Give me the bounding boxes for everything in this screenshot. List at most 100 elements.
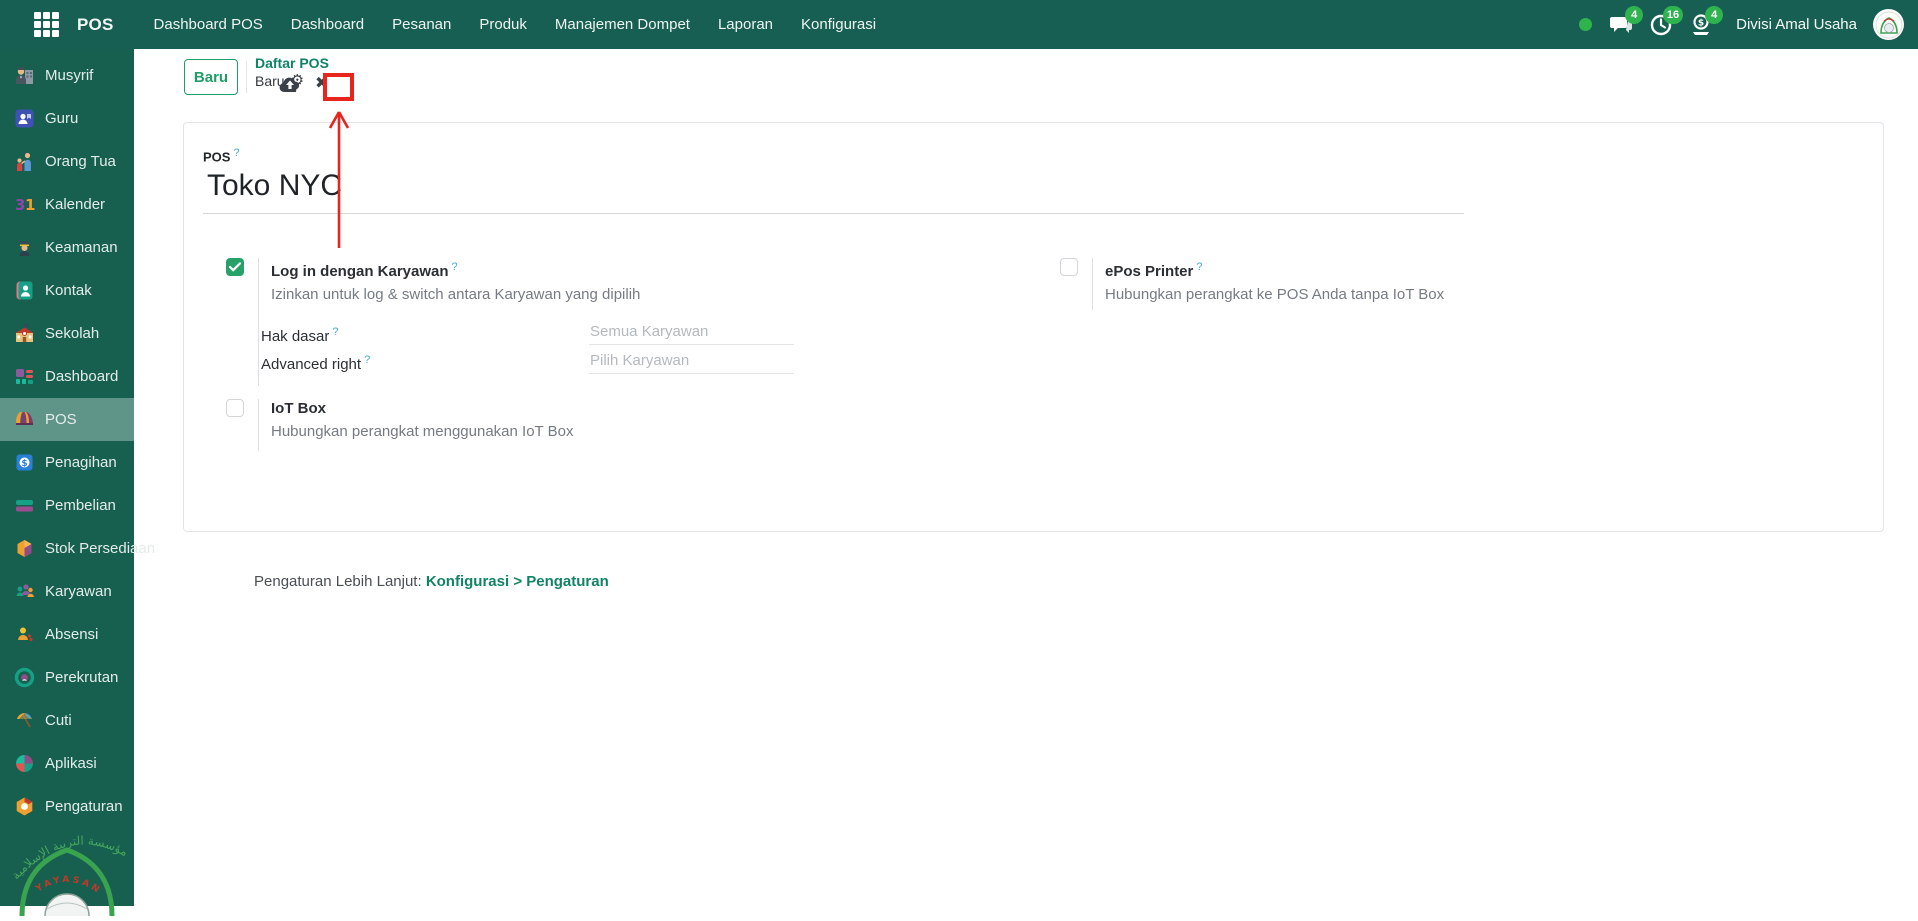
emblem-arabic-text: مؤسسة التربية الإسلامية xyxy=(7,832,131,883)
top-menu-item-laporan[interactable]: Laporan xyxy=(706,10,785,39)
iot-box-setting: IoT Box Hubungkan perangkat menggunakan … xyxy=(226,399,573,451)
sidebar-item-musyrif[interactable]: Musyrif xyxy=(0,54,134,97)
help-icon: ? xyxy=(233,147,239,159)
epos-printer-desc: Hubungkan perangkat ke POS Anda tanpa Io… xyxy=(1105,286,1444,303)
sidebar-item-perekrutan[interactable]: Perekrutan xyxy=(0,656,134,699)
breadcrumb-parent-link[interactable]: Daftar POS xyxy=(255,54,329,72)
svg-text:3: 3 xyxy=(15,196,25,214)
iot-box-checkbox[interactable] xyxy=(226,399,244,417)
sidebar-item-kalender[interactable]: 31Kalender xyxy=(0,183,134,226)
sidebar-item-absensi[interactable]: Absensi xyxy=(0,613,134,656)
help-icon: ? xyxy=(332,326,338,338)
sidebar-item-penagihan[interactable]: $ Penagihan xyxy=(0,441,134,484)
sidebar-item-label: Karyawan xyxy=(45,583,112,600)
karyawan-icon xyxy=(14,581,35,602)
sidebar-item-dashboard[interactable]: Dashboard xyxy=(0,355,134,398)
apps-grid-icon[interactable] xyxy=(34,12,60,38)
discard-icon[interactable]: ✖ xyxy=(315,73,328,93)
sidebar-item-pembelian[interactable]: Pembelian xyxy=(0,484,134,527)
sidebar-item-cuti[interactable]: Cuti xyxy=(0,699,134,742)
main-content: Baru Daftar POS Baru ⚙ ✖ POS xyxy=(134,49,1918,906)
iot-box-desc: Hubungkan perangkat menggunakan IoT Box xyxy=(271,423,573,440)
settings-link[interactable]: Konfigurasi > Pengaturan xyxy=(426,573,609,590)
sidebar-item-orang-tua[interactable]: Orang Tua xyxy=(0,140,134,183)
kalender-icon: 31 xyxy=(14,194,35,215)
svg-text:1: 1 xyxy=(25,196,35,214)
foundation-emblem: مؤسسة التربية الإسلامية YAYASAN xyxy=(0,806,134,916)
dashboard-icon xyxy=(14,366,35,387)
pos-input-underline xyxy=(203,213,1464,214)
orang-tua-icon xyxy=(14,151,35,172)
sidebar-item-label: Keamanan xyxy=(45,239,118,256)
sidebar-item-label: Penagihan xyxy=(45,454,117,471)
kontak-icon xyxy=(14,280,35,301)
top-menu-item-konfigurasi[interactable]: Konfigurasi xyxy=(789,10,888,39)
top-menu-item-manajemen-dompet[interactable]: Manajemen Dompet xyxy=(543,10,702,39)
top-menu-item-produk[interactable]: Produk xyxy=(467,10,539,39)
pos-name-input[interactable]: Toko NYC xyxy=(207,167,1467,205)
online-status-dot xyxy=(1579,18,1592,31)
activities-clock-icon[interactable]: 16 xyxy=(1646,10,1676,40)
pos-form-card: POS? Toko NYC Log in dengan Karyawan? Iz… xyxy=(183,122,1884,532)
sidebar-item-guru[interactable]: Guru xyxy=(0,97,134,140)
sidebar-item-label: Stok Persediaan xyxy=(45,540,155,557)
sidebar-item-label: Dashboard xyxy=(45,368,118,385)
svg-text:$: $ xyxy=(21,459,27,469)
user-menu[interactable]: Divisi Amal Usaha xyxy=(1736,16,1857,33)
help-icon: ? xyxy=(452,261,458,273)
activities-badge: 16 xyxy=(1663,6,1683,24)
guru-icon xyxy=(14,108,35,129)
musyrif-icon xyxy=(14,65,35,86)
sidebar: Musyrif Guru Orang Tua31Kalender Keamanan Ko… xyxy=(0,49,134,906)
breadcrumb-divider xyxy=(246,61,247,93)
top-menu-item-dashboard-pos[interactable]: Dashboard POS xyxy=(142,10,275,39)
avatar[interactable] xyxy=(1873,9,1904,40)
login-employee-checkbox[interactable] xyxy=(226,258,244,276)
penagihan-icon: $ xyxy=(14,452,35,473)
cuti-icon xyxy=(14,710,35,731)
absensi-icon xyxy=(14,624,35,645)
sidebar-item-label: Sekolah xyxy=(45,325,99,342)
sidebar-item-label: Guru xyxy=(45,110,78,127)
top-menu: Dashboard POSDashboardPesananProdukManaj… xyxy=(142,10,889,39)
top-menu-item-dashboard[interactable]: Dashboard xyxy=(279,10,376,39)
top-menu-item-pesanan[interactable]: Pesanan xyxy=(380,10,463,39)
sidebar-item-label: Absensi xyxy=(45,626,98,643)
login-employee-label: Log in dengan Karyawan? xyxy=(271,258,640,281)
sidebar-item-sekolah[interactable]: Sekolah xyxy=(0,312,134,355)
advanced-right-input[interactable] xyxy=(589,350,794,374)
sidebar-item-karyawan[interactable]: Karyawan xyxy=(0,570,134,613)
svg-text:مؤسسة التربية الإسلامية: مؤسسة التربية الإسلامية xyxy=(7,832,131,883)
messages-icon[interactable]: 4 xyxy=(1606,10,1636,40)
aplikasi-icon xyxy=(14,753,35,774)
app-title[interactable]: POS xyxy=(77,15,114,35)
sidebar-item-keamanan[interactable]: Keamanan xyxy=(0,226,134,269)
sidebar-item-kontak[interactable]: Kontak xyxy=(0,269,134,312)
sidebar-item-label: Perekrutan xyxy=(45,669,118,686)
sidebar-item-label: Musyrif xyxy=(45,67,93,84)
hak-dasar-input[interactable] xyxy=(589,321,794,345)
sidebar-item-label: Aplikasi xyxy=(45,755,97,772)
epos-printer-setting: ePos Printer? Hubungkan perangkat ke POS… xyxy=(1060,258,1444,310)
sidebar-item-aplikasi[interactable]: Aplikasi xyxy=(0,742,134,785)
stok-icon xyxy=(14,538,35,559)
new-button[interactable]: Baru xyxy=(184,59,238,95)
sales-money-icon[interactable]: $ 4 xyxy=(1686,10,1716,40)
help-icon: ? xyxy=(364,354,370,366)
sidebar-item-label: Cuti xyxy=(45,712,72,729)
keamanan-icon xyxy=(14,237,35,258)
epos-printer-label: ePos Printer? xyxy=(1105,258,1444,281)
perekrutan-icon xyxy=(14,667,35,688)
pembelian-icon xyxy=(14,495,35,516)
epos-printer-checkbox[interactable] xyxy=(1060,258,1078,276)
hak-dasar-label: Hak dasar? xyxy=(261,326,339,345)
pos-field-label: POS? xyxy=(203,147,240,164)
sidebar-item-stok-persediaan[interactable]: Stok Persediaan xyxy=(0,527,134,570)
messages-badge: 4 xyxy=(1625,6,1643,24)
iot-box-label: IoT Box xyxy=(271,399,573,418)
sidebar-item-pos[interactable]: POS xyxy=(0,398,134,441)
save-cloud-icon[interactable] xyxy=(278,75,302,95)
help-icon: ? xyxy=(1196,261,1202,273)
login-employee-desc: Izinkan untuk log & switch antara Karyaw… xyxy=(271,286,640,303)
top-navbar: POS Dashboard POSDashboardPesananProdukM… xyxy=(0,0,1918,49)
